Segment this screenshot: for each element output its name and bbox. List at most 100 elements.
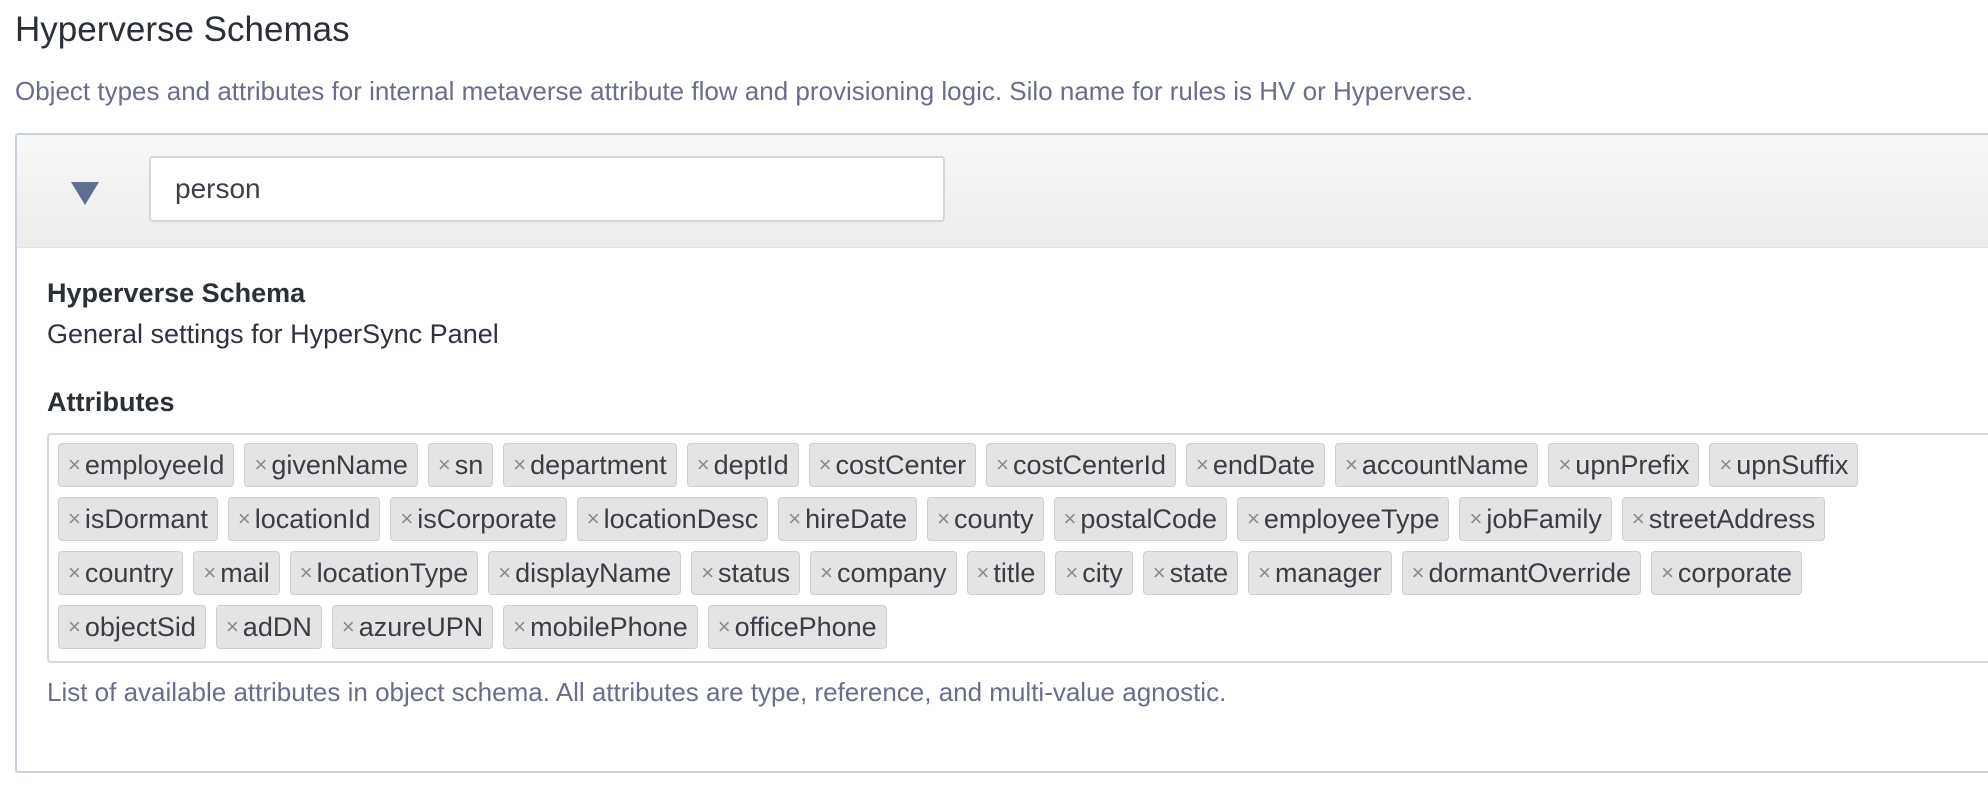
remove-tag-icon[interactable]: × xyxy=(513,454,526,476)
remove-tag-icon[interactable]: × xyxy=(587,508,600,530)
remove-tag-icon[interactable]: × xyxy=(400,508,413,530)
attribute-tag[interactable]: × mail xyxy=(193,551,280,595)
remove-tag-icon[interactable]: × xyxy=(1196,454,1209,476)
remove-tag-icon[interactable]: × xyxy=(203,562,216,584)
attributes-help-text: List of available attributes in object s… xyxy=(47,677,1227,707)
remove-tag-icon[interactable]: × xyxy=(1345,454,1358,476)
remove-tag-icon[interactable]: × xyxy=(718,616,731,638)
remove-tag-icon[interactable]: × xyxy=(68,562,81,584)
attribute-tag-label: company xyxy=(836,557,947,588)
attribute-tag[interactable]: × employeeId xyxy=(58,443,235,487)
remove-tag-icon[interactable]: × xyxy=(1153,562,1166,584)
remove-tag-icon[interactable]: × xyxy=(1469,508,1482,530)
attribute-tag[interactable]: × postalCode xyxy=(1053,497,1228,541)
remove-tag-icon[interactable]: × xyxy=(254,454,267,476)
remove-tag-icon[interactable]: × xyxy=(1558,454,1571,476)
remove-tag-icon[interactable]: × xyxy=(68,454,81,476)
object-type-input[interactable] xyxy=(149,156,945,222)
attribute-tag[interactable]: × upnSuffix xyxy=(1709,443,1859,487)
attribute-tag[interactable]: × country xyxy=(58,551,184,595)
remove-tag-icon[interactable]: × xyxy=(788,508,801,530)
attribute-tag[interactable]: × status xyxy=(691,551,801,595)
remove-tag-icon[interactable]: × xyxy=(513,616,526,638)
attribute-tag[interactable]: × officePhone xyxy=(707,605,887,649)
attribute-tag-label: employeeType xyxy=(1263,503,1440,534)
attribute-tag[interactable]: × company xyxy=(810,551,957,595)
remove-tag-icon[interactable]: × xyxy=(1632,508,1645,530)
remove-tag-icon[interactable]: × xyxy=(820,562,833,584)
attribute-tag-label: city xyxy=(1082,557,1123,588)
remove-tag-icon[interactable]: × xyxy=(1247,508,1260,530)
attribute-tag-label: postalCode xyxy=(1080,503,1218,534)
attribute-tag[interactable]: × department xyxy=(503,443,677,487)
remove-tag-icon[interactable]: × xyxy=(1065,562,1078,584)
schema-card: Hyperverse Schema General settings for H… xyxy=(15,133,1988,773)
attribute-tag[interactable]: × locationType xyxy=(289,551,479,595)
remove-tag-icon[interactable]: × xyxy=(342,616,355,638)
attribute-tag[interactable]: × costCenter xyxy=(808,443,977,487)
attribute-tag[interactable]: × county xyxy=(927,497,1044,541)
attribute-tag[interactable]: × deptId xyxy=(686,443,799,487)
attribute-tag-label: country xyxy=(84,557,174,588)
attribute-tag[interactable]: × mobilePhone xyxy=(503,605,698,649)
attribute-tag[interactable]: × givenName xyxy=(244,443,418,487)
attribute-tag[interactable]: × upnPrefix xyxy=(1548,443,1700,487)
attribute-tag[interactable]: × azureUPN xyxy=(331,605,494,649)
remove-tag-icon[interactable]: × xyxy=(1719,454,1732,476)
attribute-tag[interactable]: × manager xyxy=(1248,551,1392,595)
attribute-tag[interactable]: × displayName xyxy=(488,551,682,595)
remove-tag-icon[interactable]: × xyxy=(977,562,990,584)
attribute-tag[interactable]: × employeeType xyxy=(1237,497,1450,541)
attribute-tag[interactable]: × isCorporate xyxy=(390,497,567,541)
remove-tag-icon[interactable]: × xyxy=(1412,562,1425,584)
attributes-tag-input[interactable]: × employeeId × givenName × sn × department × dept… xyxy=(47,433,1988,663)
attribute-tag[interactable]: × title xyxy=(966,551,1046,595)
attribute-tag-label: title xyxy=(993,557,1036,588)
attribute-tag[interactable]: × locationId xyxy=(227,497,381,541)
remove-tag-icon[interactable]: × xyxy=(819,454,832,476)
remove-tag-icon[interactable]: × xyxy=(226,616,239,638)
attribute-tag[interactable]: × jobFamily xyxy=(1459,497,1612,541)
tag-row: × country × mail × locationType × displayName × s… xyxy=(58,551,1988,595)
attribute-tag-label: jobFamily xyxy=(1486,503,1602,534)
attribute-tag-label: locationDesc xyxy=(603,503,759,534)
attribute-tag-label: isCorporate xyxy=(417,503,557,534)
remove-tag-icon[interactable]: × xyxy=(1064,508,1077,530)
attribute-tag[interactable]: × corporate xyxy=(1651,551,1802,595)
attribute-tag[interactable]: × accountName xyxy=(1334,443,1539,487)
attribute-tag[interactable]: × dormantOverride xyxy=(1401,551,1642,595)
attribute-tag-label: department xyxy=(530,449,667,480)
attribute-tag-label: officePhone xyxy=(734,611,877,642)
attribute-tag[interactable]: × state xyxy=(1142,551,1239,595)
remove-tag-icon[interactable]: × xyxy=(697,454,710,476)
remove-tag-icon[interactable]: × xyxy=(68,616,81,638)
page-description: Object types and attributes for internal… xyxy=(15,76,1474,106)
remove-tag-icon[interactable]: × xyxy=(68,508,81,530)
remove-tag-icon[interactable]: × xyxy=(1661,562,1674,584)
remove-tag-icon[interactable]: × xyxy=(498,562,511,584)
attribute-tag[interactable]: × locationDesc xyxy=(576,497,769,541)
remove-tag-icon[interactable]: × xyxy=(996,454,1009,476)
remove-tag-icon[interactable]: × xyxy=(238,508,251,530)
caret-down-icon[interactable] xyxy=(69,178,101,208)
attribute-tag[interactable]: × objectSid xyxy=(58,605,206,649)
attribute-tag-label: adDN xyxy=(242,611,312,642)
attribute-tag-label: endDate xyxy=(1212,449,1315,480)
remove-tag-icon[interactable]: × xyxy=(438,454,451,476)
attribute-tag[interactable]: × isDormant xyxy=(58,497,218,541)
attribute-tag-label: county xyxy=(953,503,1034,534)
attribute-tag[interactable]: × city xyxy=(1055,551,1133,595)
remove-tag-icon[interactable]: × xyxy=(300,562,313,584)
remove-tag-icon[interactable]: × xyxy=(937,508,950,530)
remove-tag-icon[interactable]: × xyxy=(701,562,714,584)
attribute-tag-label: manager xyxy=(1275,557,1382,588)
remove-tag-icon[interactable]: × xyxy=(1258,562,1271,584)
attribute-tag[interactable]: × costCenterId xyxy=(986,443,1177,487)
attribute-tag[interactable]: × streetAddress xyxy=(1621,497,1826,541)
attribute-tag-label: corporate xyxy=(1677,557,1792,588)
attribute-tag[interactable]: × sn xyxy=(427,443,494,487)
attribute-tag[interactable]: × hireDate xyxy=(778,497,918,541)
attribute-tag[interactable]: × endDate xyxy=(1186,443,1325,487)
card-header xyxy=(17,135,1988,248)
attribute-tag[interactable]: × adDN xyxy=(215,605,322,649)
